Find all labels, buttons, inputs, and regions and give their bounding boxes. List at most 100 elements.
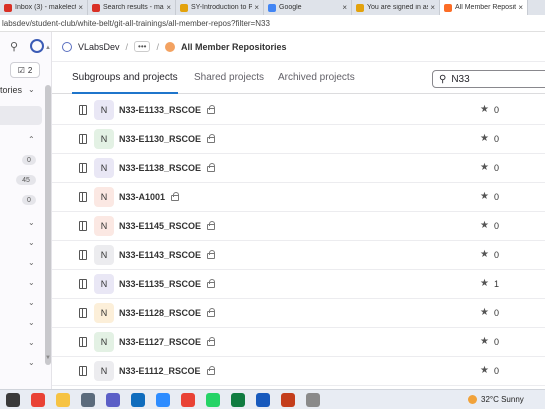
close-icon[interactable]: × <box>254 3 259 12</box>
browser-tab[interactable]: Google × <box>264 0 352 15</box>
project-row[interactable]: N N33-E1138_RSCOE ★ 0 <box>52 154 545 183</box>
project-row[interactable]: N N33-E1112_RSCOE ★ 0 <box>52 357 545 386</box>
page-title[interactable]: All Member Repositories <box>181 42 287 52</box>
project-name-link[interactable]: N33-E1128_RSCOE <box>119 308 216 318</box>
project-row[interactable]: N N33-E1128_RSCOE ★ 0 <box>52 299 545 328</box>
project-avatar[interactable]: N <box>94 361 114 381</box>
chrome-2-app-icon[interactable] <box>181 393 195 407</box>
project-name[interactable]: N33-E1135_RSCOE <box>119 279 201 289</box>
project-avatar[interactable]: N <box>94 303 114 323</box>
project-avatar[interactable]: N <box>94 129 114 149</box>
project-name[interactable]: N33-E1130_RSCOE <box>119 134 201 144</box>
project-name-link[interactable]: N33-E1133_RSCOE <box>119 105 216 115</box>
chrome-app-icon[interactable] <box>31 393 45 407</box>
browser-tab[interactable]: All Member Repositori× <box>440 0 528 15</box>
project-name-link[interactable]: N33-E1127_RSCOE <box>119 337 216 347</box>
powerpoint-app-icon[interactable] <box>281 393 295 407</box>
breadcrumb-group[interactable]: VLabsDev <box>78 42 120 52</box>
browser-tab[interactable]: You are signed in as j × <box>352 0 440 15</box>
project-name-link[interactable]: N33-E1130_RSCOE <box>119 134 216 144</box>
chevron-down-icon[interactable]: ⌄ <box>28 338 35 347</box>
close-icon[interactable]: × <box>166 3 171 12</box>
zoom-app-icon[interactable] <box>156 393 170 407</box>
project-avatar[interactable]: N <box>94 332 114 352</box>
project-name-link[interactable]: N33-E1143_RSCOE <box>119 250 216 260</box>
project-row[interactable]: N N33-E1135_RSCOE ★ 1 <box>52 270 545 299</box>
project-avatar[interactable]: N <box>94 274 114 294</box>
snipping-app-icon[interactable] <box>306 393 320 407</box>
project-name-link[interactable]: N33-E1135_RSCOE <box>119 279 216 289</box>
project-name-link[interactable]: N33-A1001 <box>119 192 180 202</box>
browser-tab-label: SY-Introduction to Pr <box>191 4 253 11</box>
project-row[interactable]: N N33-E1133_RSCOE ★ 0 <box>52 96 545 125</box>
teams-app-icon[interactable] <box>106 393 120 407</box>
project-row[interactable]: N N33-E1127_RSCOE ★ 0 <box>52 328 545 357</box>
breadcrumb-more-button[interactable]: ••• <box>134 41 151 52</box>
chevron-down-icon[interactable]: ⌄ <box>28 238 35 247</box>
close-icon[interactable]: × <box>78 3 83 12</box>
breadcrumb: VLabsDev / ••• / All Member Repositories <box>62 41 287 52</box>
chevron-down-icon[interactable]: ⌄ <box>28 85 35 94</box>
chevron-down-icon[interactable]: ⌄ <box>28 218 35 227</box>
sidebar-section-repositories[interactable]: tories <box>0 85 22 95</box>
word-app-icon[interactable] <box>256 393 270 407</box>
project-name[interactable]: N33-E1138_RSCOE <box>119 163 201 173</box>
search-icon[interactable]: ⚲ <box>10 40 18 53</box>
close-icon[interactable]: × <box>342 3 347 12</box>
sidebar-active-item[interactable] <box>0 106 42 125</box>
browser-tab[interactable]: SY-Introduction to Pr × <box>176 0 264 15</box>
browser-tab[interactable]: Search results - mail × <box>88 0 176 15</box>
project-name-link[interactable]: N33-E1145_RSCOE <box>119 221 216 231</box>
project-row[interactable]: N N33-E1143_RSCOE ★ 0 <box>52 241 545 270</box>
weather-text: 32°C Sunny <box>481 395 524 404</box>
close-icon[interactable]: × <box>518 3 523 12</box>
search-input[interactable]: ⚲ N33 <box>432 70 545 88</box>
project-avatar[interactable]: N <box>94 216 114 236</box>
outlook-app-icon[interactable] <box>131 393 145 407</box>
project-avatar[interactable]: N <box>94 158 114 178</box>
project-row[interactable]: N N33-E1145_RSCOE ★ 0 <box>52 212 545 241</box>
project-avatar[interactable]: N <box>94 100 114 120</box>
whatsapp-app-icon[interactable] <box>206 393 220 407</box>
project-name[interactable]: N33-E1145_RSCOE <box>119 221 201 231</box>
gitlab-logo-icon[interactable] <box>30 39 44 53</box>
project-name[interactable]: N33-E1127_RSCOE <box>119 337 201 347</box>
chevron-down-icon[interactable]: ⌄ <box>28 358 35 367</box>
chevron-down-icon[interactable]: ⌄ <box>28 298 35 307</box>
chevron-down-icon[interactable]: ⌄ <box>28 278 35 287</box>
chevron-down-icon[interactable]: ⌄ <box>28 318 35 327</box>
scrollbar-thumb[interactable] <box>45 85 51 365</box>
tab-shared-projects[interactable]: Shared projects <box>194 72 264 94</box>
search-app-icon[interactable] <box>6 393 20 407</box>
settings-app-icon[interactable] <box>81 393 95 407</box>
project-avatar[interactable]: N <box>94 187 114 207</box>
browser-tab[interactable]: Inbox (3) - makelecth × <box>0 0 88 15</box>
sidebar-count-badge: 0 <box>22 195 36 205</box>
scroll-up-arrow-icon[interactable]: ▲ <box>45 45 51 51</box>
project-avatar[interactable]: N <box>94 245 114 265</box>
tab-subgroups-and-projects[interactable]: Subgroups and projects <box>72 72 178 94</box>
tab-archived-projects[interactable]: Archived projects <box>278 72 355 94</box>
chevron-down-icon[interactable]: ⌄ <box>28 258 35 267</box>
star-count: 1 <box>494 279 500 289</box>
address-bar[interactable]: labsdev/student-club/white-belt/git-all-… <box>0 15 545 32</box>
project-row[interactable]: N N33-E1130_RSCOE ★ 0 <box>52 125 545 154</box>
project-name[interactable]: N33-E1128_RSCOE <box>119 308 201 318</box>
project-name[interactable]: N33-A1001 <box>119 192 165 202</box>
star-count: 0 <box>494 366 500 376</box>
project-name-link[interactable]: N33-E1112_RSCOE <box>119 366 215 376</box>
project-name-link[interactable]: N33-E1138_RSCOE <box>119 163 216 173</box>
explorer-app-icon[interactable] <box>56 393 70 407</box>
close-icon[interactable]: × <box>430 3 435 12</box>
todo-button[interactable]: ☑ 2 <box>10 62 40 78</box>
project-row[interactable]: N N33-A1001 ★ 0 <box>52 183 545 212</box>
search-value[interactable]: N33 <box>451 74 469 85</box>
scroll-down-arrow-icon[interactable]: ▼ <box>45 355 51 361</box>
project-name[interactable]: N33-E1133_RSCOE <box>119 105 201 115</box>
chevron-up-icon[interactable]: ⌃ <box>28 135 35 144</box>
excel-app-icon[interactable] <box>231 393 245 407</box>
sidebar-scrollbar[interactable]: ▲ ▼ <box>44 45 52 365</box>
weather-widget[interactable]: 32°C Sunny <box>468 395 524 404</box>
project-name[interactable]: N33-E1143_RSCOE <box>119 250 201 260</box>
project-name[interactable]: N33-E1112_RSCOE <box>119 366 201 376</box>
